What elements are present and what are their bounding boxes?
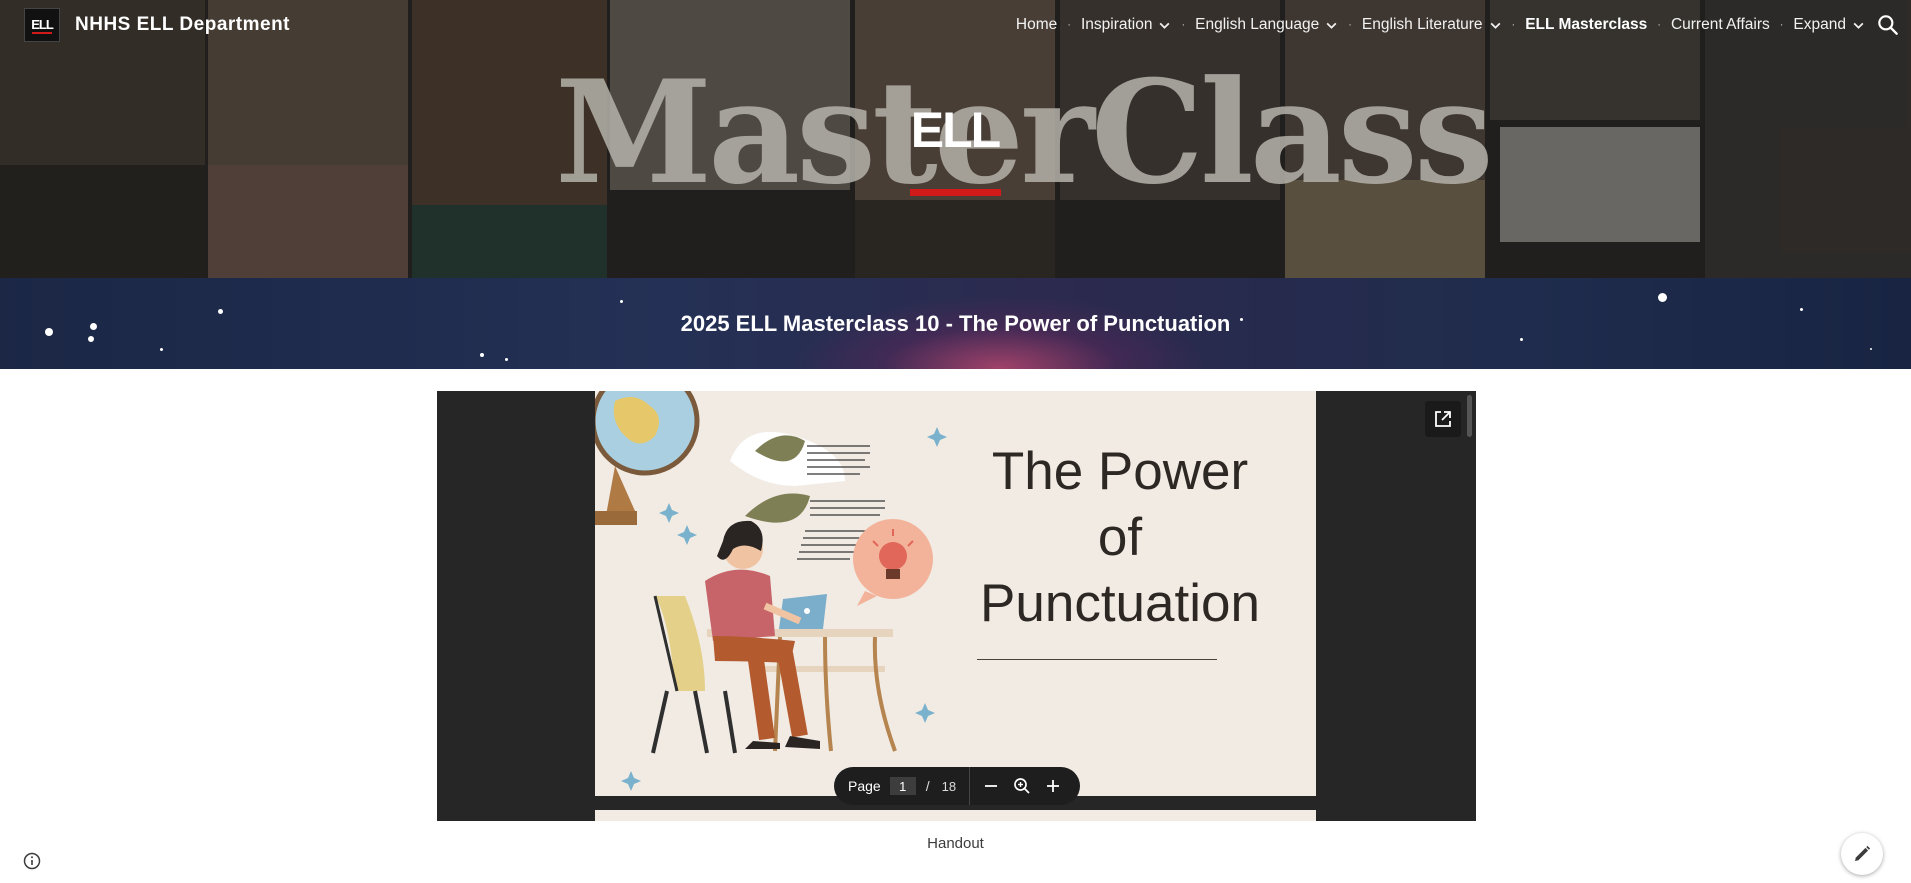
top-navigation-bar: ELL NHHS ELL Department Home · Inspirati…: [0, 0, 1911, 50]
slide-title-line: of: [1097, 508, 1143, 567]
nav-item-english-literature[interactable]: English Literature: [1362, 13, 1502, 37]
pdf-page-toolbar: Page / 18: [834, 767, 1080, 805]
nav-separator: ·: [1511, 19, 1516, 31]
pencil-icon: [1855, 845, 1871, 861]
page-separator: /: [925, 778, 930, 794]
ell-underline-accent: [910, 189, 1001, 196]
ell-wordmark: ELL: [910, 102, 1001, 158]
search-icon[interactable]: [1875, 12, 1901, 38]
minus-icon: [985, 785, 998, 787]
zoom-out-button[interactable]: [981, 776, 1001, 796]
slide-divider: [977, 659, 1217, 660]
zoom-fit-button[interactable]: [1012, 776, 1032, 796]
slide-title-line: Punctuation: [980, 574, 1260, 633]
nav-item-english-language[interactable]: English Language: [1195, 13, 1338, 37]
nav-item-inspiration[interactable]: Inspiration: [1081, 13, 1172, 37]
nav-separator: ·: [1348, 19, 1352, 31]
toolbar-divider: [969, 767, 971, 805]
nav-item-current-affairs[interactable]: Current Affairs: [1671, 13, 1770, 37]
nav-item-ell-masterclass[interactable]: ELL Masterclass: [1525, 13, 1647, 37]
nav-item-label: Home: [1015, 16, 1058, 33]
plus-icon: [1047, 780, 1060, 792]
page-label: Page: [848, 778, 881, 794]
total-pages: 18: [941, 778, 957, 794]
nav-item-expand[interactable]: Expand: [1793, 13, 1865, 37]
edit-page-button[interactable]: [1841, 833, 1883, 875]
chevron-down-icon[interactable]: [1852, 19, 1865, 32]
main-nav: Home · Inspiration · English Language · …: [1016, 13, 1865, 37]
slide-title-line: The Power: [991, 442, 1249, 501]
pdf-viewer-embed[interactable]: The Power of Punctuation: [437, 391, 1476, 821]
nav-separator: ·: [1779, 19, 1784, 31]
nav-item-label: English Literature: [1361, 16, 1483, 33]
pdf-next-page-peek: [595, 810, 1316, 821]
site-title[interactable]: NHHS ELL Department: [75, 12, 290, 38]
slide-title: The Power of Punctuation: [955, 439, 1285, 637]
zoom-in-button[interactable]: [1043, 776, 1063, 796]
embed-caption: Handout: [927, 835, 984, 852]
open-in-new-icon: [1435, 411, 1451, 427]
page-title: 2025 ELL Masterclass 10 - The Power of P…: [680, 311, 1231, 336]
info-icon[interactable]: [22, 851, 42, 871]
masterclass-wordmark: MasterClass: [555, 50, 1494, 216]
zoom-icon: [1014, 778, 1030, 794]
nav-item-label: Expand: [1793, 16, 1846, 33]
slide-illustration: [595, 391, 947, 791]
open-in-new-window-button[interactable]: [1425, 401, 1461, 437]
nav-item-home[interactable]: Home: [1016, 13, 1057, 37]
chevron-down-icon[interactable]: [1158, 19, 1171, 32]
nav-separator: ·: [1067, 19, 1071, 31]
nav-separator: ·: [1181, 19, 1186, 31]
chevron-down-icon[interactable]: [1325, 19, 1338, 32]
page-title-banner: 2025 ELL Masterclass 10 - The Power of P…: [0, 278, 1911, 369]
nav-item-label: English Language: [1195, 16, 1320, 33]
pdf-slide-page: The Power of Punctuation: [595, 391, 1316, 796]
nav-separator: ·: [1657, 19, 1661, 31]
viewer-scrollbar[interactable]: [1467, 395, 1472, 437]
chevron-down-icon[interactable]: [1489, 19, 1502, 32]
nav-item-label: Current Affairs: [1670, 16, 1770, 33]
nav-item-label: Inspiration: [1080, 16, 1153, 33]
page-number-input[interactable]: [889, 777, 916, 795]
site-logo[interactable]: ELL: [24, 8, 60, 42]
nav-item-label: ELL Masterclass: [1525, 16, 1648, 33]
